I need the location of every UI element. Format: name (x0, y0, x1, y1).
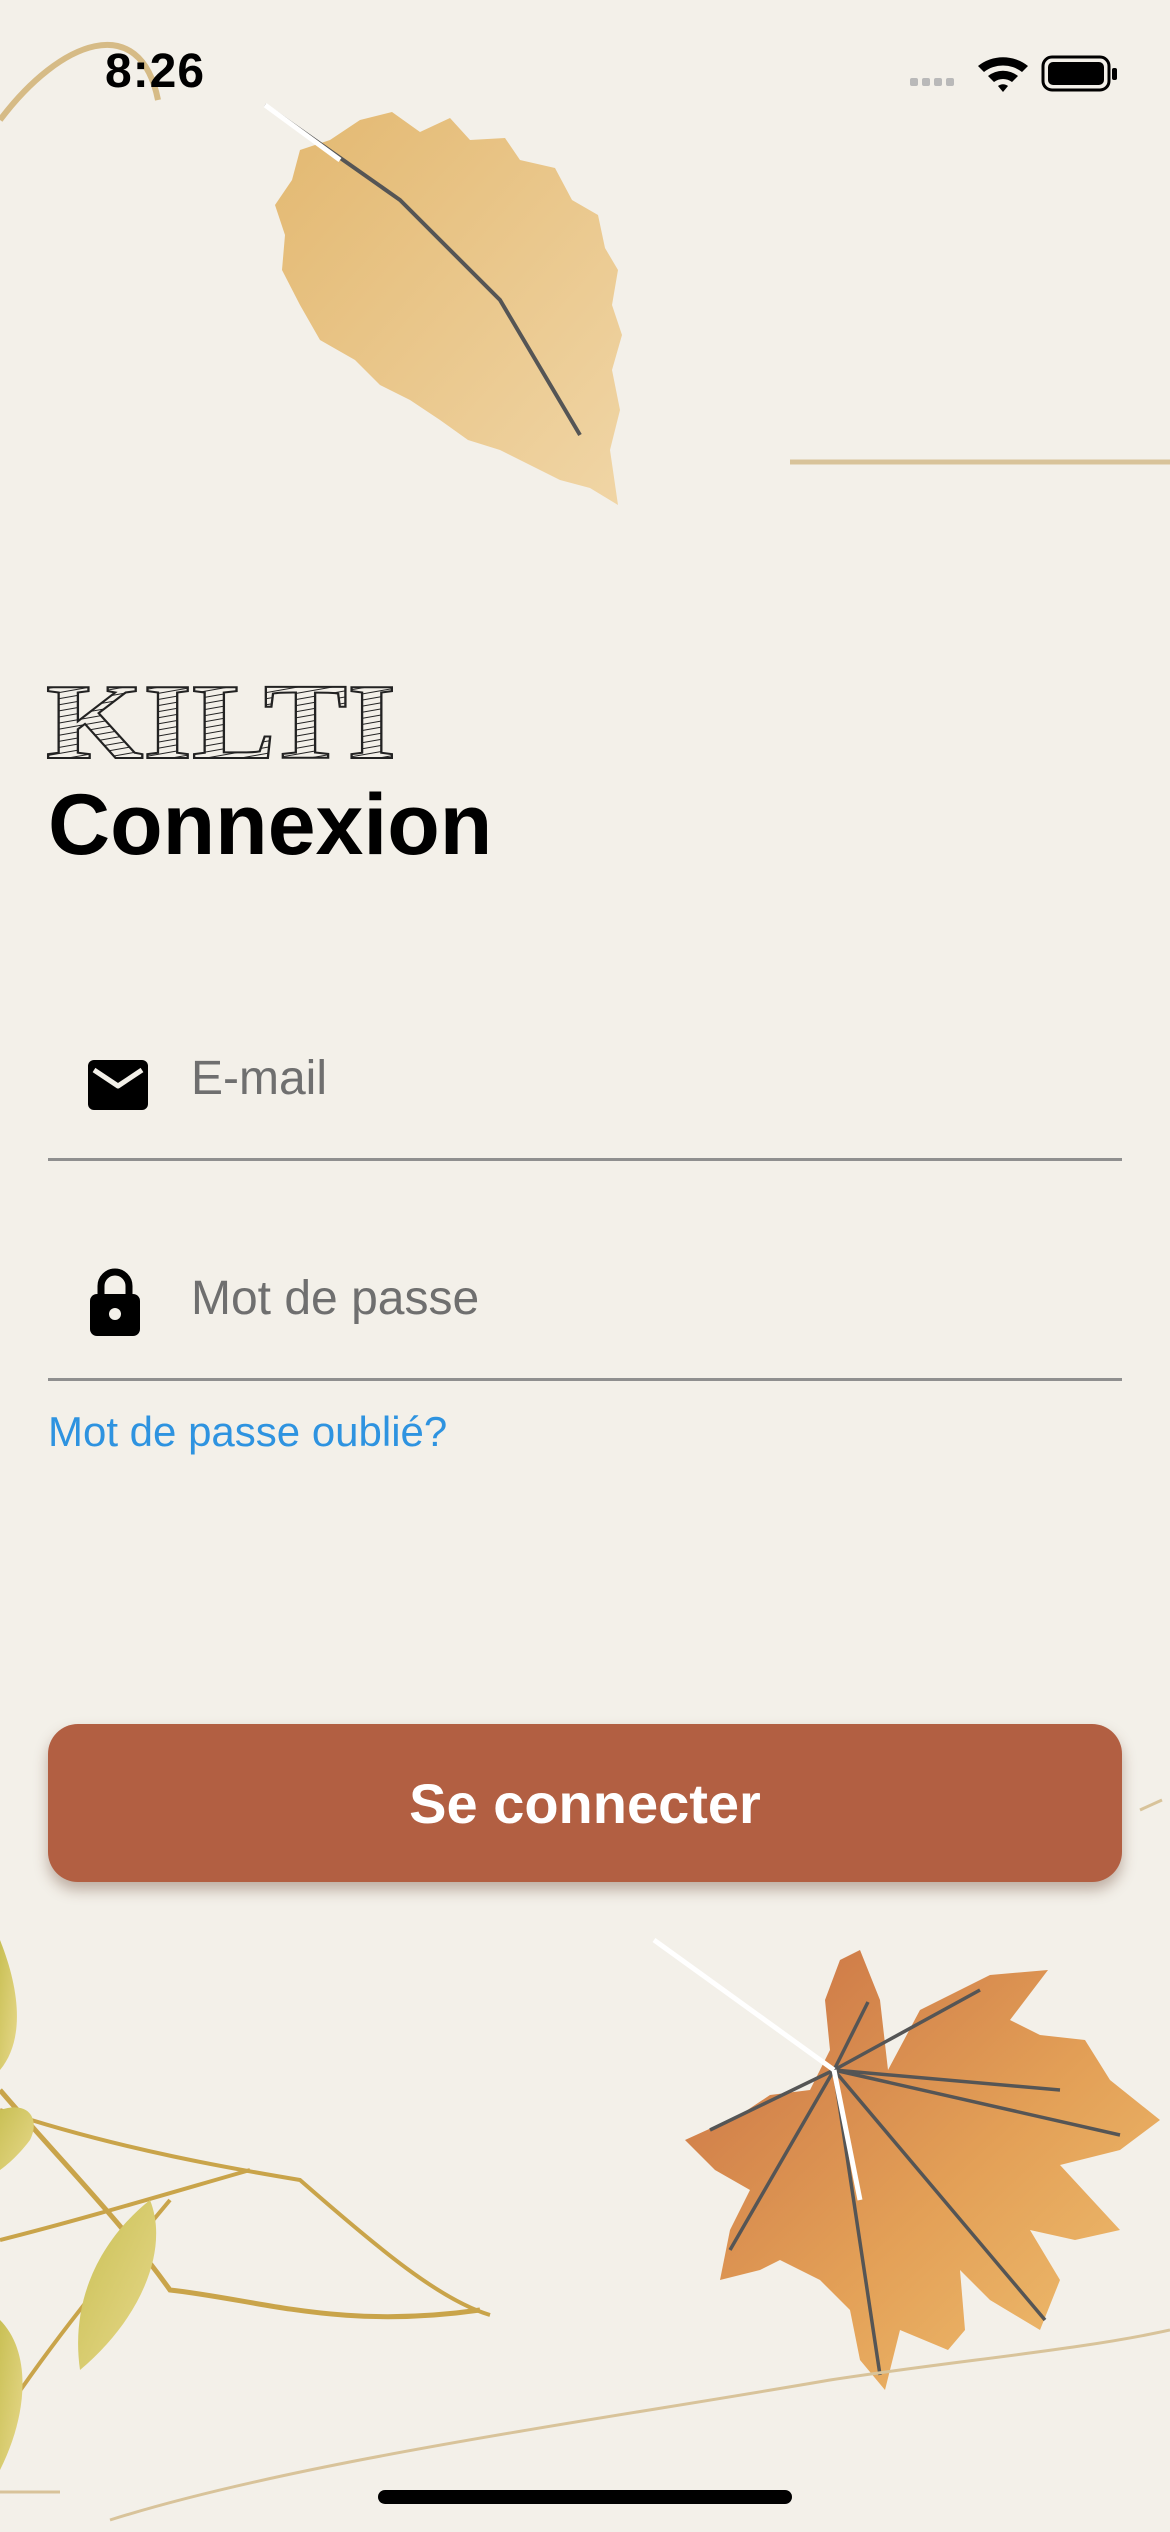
home-indicator (378, 2490, 792, 2504)
forgot-password-link[interactable]: Mot de passe oublié? (48, 1408, 447, 1456)
bottom-maple-leaf-decoration (652, 1937, 1160, 2390)
wifi-icon (978, 57, 1028, 92)
password-input[interactable] (191, 1238, 1091, 1358)
lock-icon (90, 1268, 140, 1336)
status-bar-time: 8:26 (105, 45, 206, 98)
bottom-left-branch-decoration (0, 1940, 491, 2470)
login-button[interactable]: Se connecter (48, 1724, 1122, 1882)
page-title: Connexion (48, 777, 493, 873)
status-bar-icons (910, 55, 1117, 92)
cellular-signal-icon (910, 78, 954, 86)
email-field[interactable] (48, 1018, 1122, 1161)
logo-text: KILTI (46, 670, 396, 770)
email-input[interactable] (191, 1018, 1091, 1138)
envelope-icon (88, 1060, 148, 1110)
password-field[interactable] (48, 1238, 1122, 1381)
battery-icon (1041, 55, 1117, 92)
top-leaf-decoration (263, 102, 622, 505)
kilti-logo: KILTI (46, 670, 397, 770)
